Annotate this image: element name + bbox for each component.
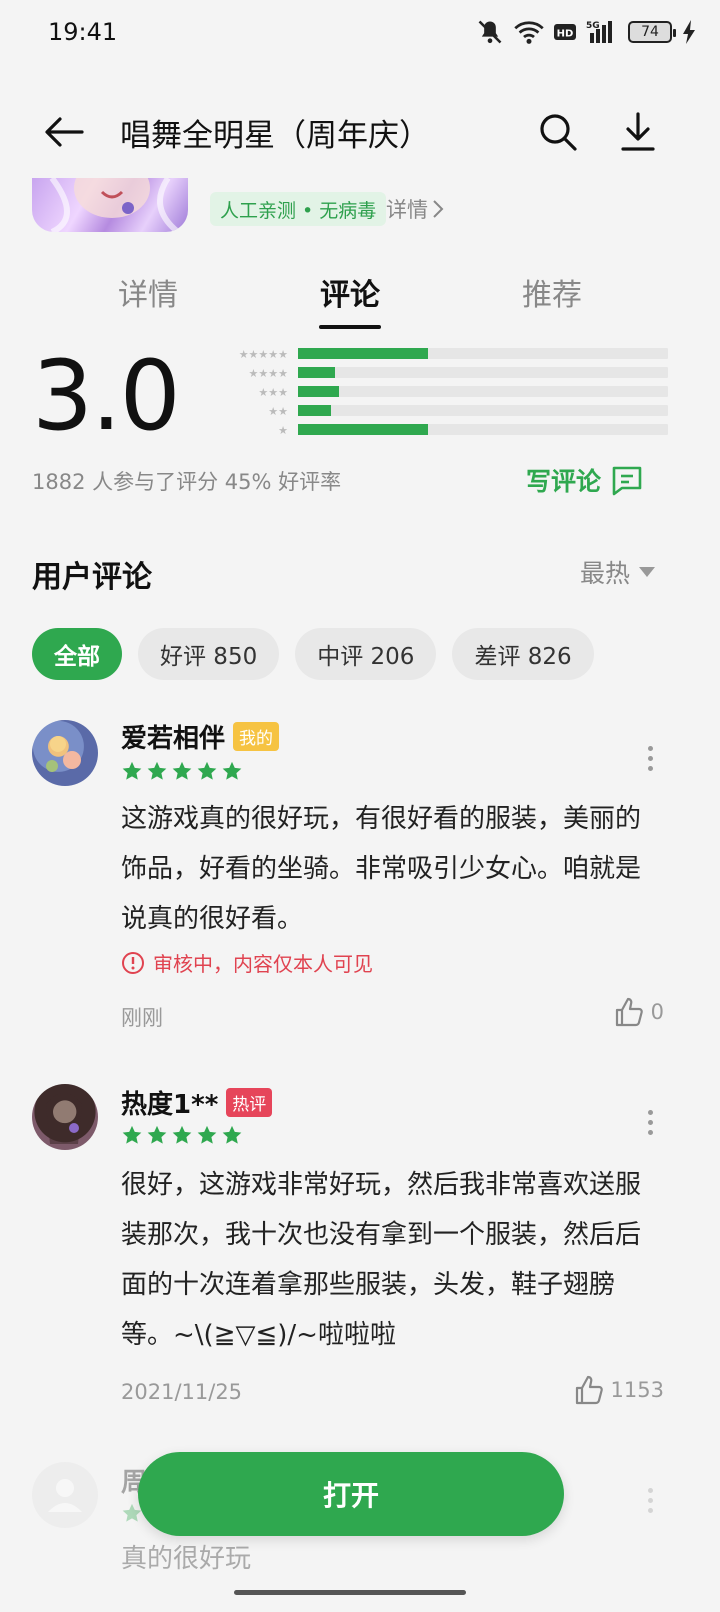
star-level-labels: ★★★★★ ★★★★ ★★★ ★★ ★ <box>214 346 288 441</box>
open-app-button[interactable]: 打开 <box>138 1452 564 1536</box>
thumbs-up-icon <box>575 1375 603 1405</box>
tab-details[interactable]: 详情 <box>118 270 178 314</box>
avatar[interactable] <box>32 1084 98 1150</box>
download-icon <box>621 112 655 151</box>
review-stars <box>121 760 243 786</box>
author-name: 爱若相伴 <box>121 724 226 754</box>
rating-bar-5-star <box>298 348 668 359</box>
rating-bar-4-star <box>298 367 668 378</box>
review-author: 爱若相伴 我的 <box>121 718 280 755</box>
svg-text:HD: HD <box>557 29 574 40</box>
star-icon <box>221 760 243 786</box>
review-date: 2021/11/25 <box>121 1380 243 1404</box>
rating-bar-fill <box>298 386 339 397</box>
write-review-button[interactable]: 写评论 <box>526 462 643 498</box>
arrow-left-icon <box>45 117 84 147</box>
more-options-button[interactable] <box>638 738 662 778</box>
star-icon <box>171 760 193 786</box>
wifi-icon <box>514 21 544 44</box>
rating-bar-fill <box>298 405 332 416</box>
sort-label: 最热 <box>580 559 631 588</box>
tab-indicator <box>319 325 381 329</box>
download-button[interactable] <box>614 108 662 156</box>
star-icon <box>221 1124 243 1150</box>
star-level-4: ★★★★ <box>248 367 288 380</box>
avatar[interactable] <box>32 720 98 786</box>
caret-down-icon <box>639 567 656 577</box>
mute-icon <box>478 20 502 44</box>
tab-recommend[interactable]: 推荐 <box>522 270 582 314</box>
star-level-5: ★★★★★ <box>238 348 288 361</box>
chevron-right-icon <box>433 200 444 218</box>
like-count: 0 <box>650 1000 664 1024</box>
search-icon <box>540 114 577 151</box>
review-text: 真的很好玩 <box>121 1544 252 1574</box>
rating-summary: 1882 人参与了评分 45% 好评率 <box>32 470 342 494</box>
rating-bar-3-star <box>298 386 668 397</box>
star-icon <box>171 1124 193 1150</box>
star-icon <box>146 760 168 786</box>
home-indicator[interactable] <box>234 1590 466 1595</box>
author-name: 热度1** <box>121 1090 219 1120</box>
review-author: 热度1** 热评 <box>121 1084 273 1121</box>
review-status: 审核中，内容仅本人可见 <box>121 948 373 977</box>
hd-icon: HD <box>554 24 576 40</box>
review-text: 很好，这游戏非常好玩，然后我非常喜欢送服装那次，我十次也没有拿到一个服装，然后后… <box>121 1170 642 1350</box>
info-icon <box>122 951 144 974</box>
status-time: 19:41 <box>48 18 118 46</box>
rating-score: 3.0 <box>32 340 181 452</box>
detail-link-label: 详情 <box>386 198 428 222</box>
signal-5g-icon: 5G <box>586 21 612 43</box>
back-button[interactable] <box>40 108 88 156</box>
filter-negative[interactable]: 差评 826 <box>452 628 594 680</box>
section-title: 用户评论 <box>32 560 152 595</box>
review-item: 爱若相伴 我的 这游戏真的很好玩，有很好看的服装，美丽的饰品，好看的坐骑。非常吸… <box>0 716 720 1036</box>
filter-neutral[interactable]: 中评 206 <box>295 628 437 680</box>
comment-icon <box>612 466 642 496</box>
filter-chips: 全部 好评 850 中评 206 差评 826 <box>32 628 594 680</box>
star-icon <box>121 1124 143 1150</box>
star-icon <box>196 1124 218 1150</box>
rating-bar-1-star <box>298 424 668 435</box>
review-date: 刚刚 <box>121 1006 163 1030</box>
star-level-2: ★★ <box>268 405 288 418</box>
like-button[interactable]: 0 <box>613 996 664 1028</box>
charging-icon <box>683 20 695 44</box>
star-icon <box>121 760 143 786</box>
verified-tag: 人工亲测 • 无病毒 <box>210 192 387 226</box>
rating-bar-fill <box>298 424 428 435</box>
star-icon <box>196 760 218 786</box>
like-button[interactable]: 1153 <box>573 1374 664 1406</box>
app-icon[interactable] <box>32 178 188 232</box>
review-status-text: 审核中，内容仅本人可见 <box>153 952 373 976</box>
filter-positive[interactable]: 好评 850 <box>138 628 280 680</box>
star-level-3: ★★★ <box>258 386 288 399</box>
review-stars <box>121 1124 243 1150</box>
battery-icon: 74 <box>628 21 676 43</box>
default-avatar-icon[interactable] <box>32 1462 98 1528</box>
rating-bar-fill <box>298 348 428 359</box>
filter-all[interactable]: 全部 <box>32 628 122 680</box>
like-count: 1153 <box>610 1378 664 1402</box>
star-icon <box>146 1124 168 1150</box>
page-title: 唱舞全明星（周年庆） <box>120 118 430 154</box>
rating-bar-2-star <box>298 405 668 416</box>
search-button[interactable] <box>534 108 582 156</box>
thumbs-up-icon <box>615 997 643 1027</box>
mine-badge: 我的 <box>233 722 280 751</box>
rating-bar-fill <box>298 367 335 378</box>
more-options-button[interactable] <box>638 1102 662 1142</box>
review-item: 热度1** 热评 很好，这游戏非常好玩，然后我非常喜欢送服装那次，我十次也没有拿… <box>0 1084 720 1414</box>
more-options-button[interactable] <box>638 1480 662 1520</box>
write-review-label: 写评论 <box>526 467 602 496</box>
sort-dropdown[interactable]: 最热 <box>580 554 656 590</box>
tab-reviews[interactable]: 评论 <box>320 270 380 314</box>
rating-distribution <box>298 348 668 443</box>
hot-badge: 热评 <box>226 1088 273 1117</box>
detail-link[interactable]: 详情 <box>386 192 444 226</box>
star-level-1: ★ <box>278 424 288 437</box>
status-icons: HD 5G 74 <box>476 16 696 48</box>
review-text: 这游戏真的很好玩，有很好看的服装，美丽的饰品，好看的坐骑。非常吸引少女心。咱就是… <box>121 804 642 934</box>
